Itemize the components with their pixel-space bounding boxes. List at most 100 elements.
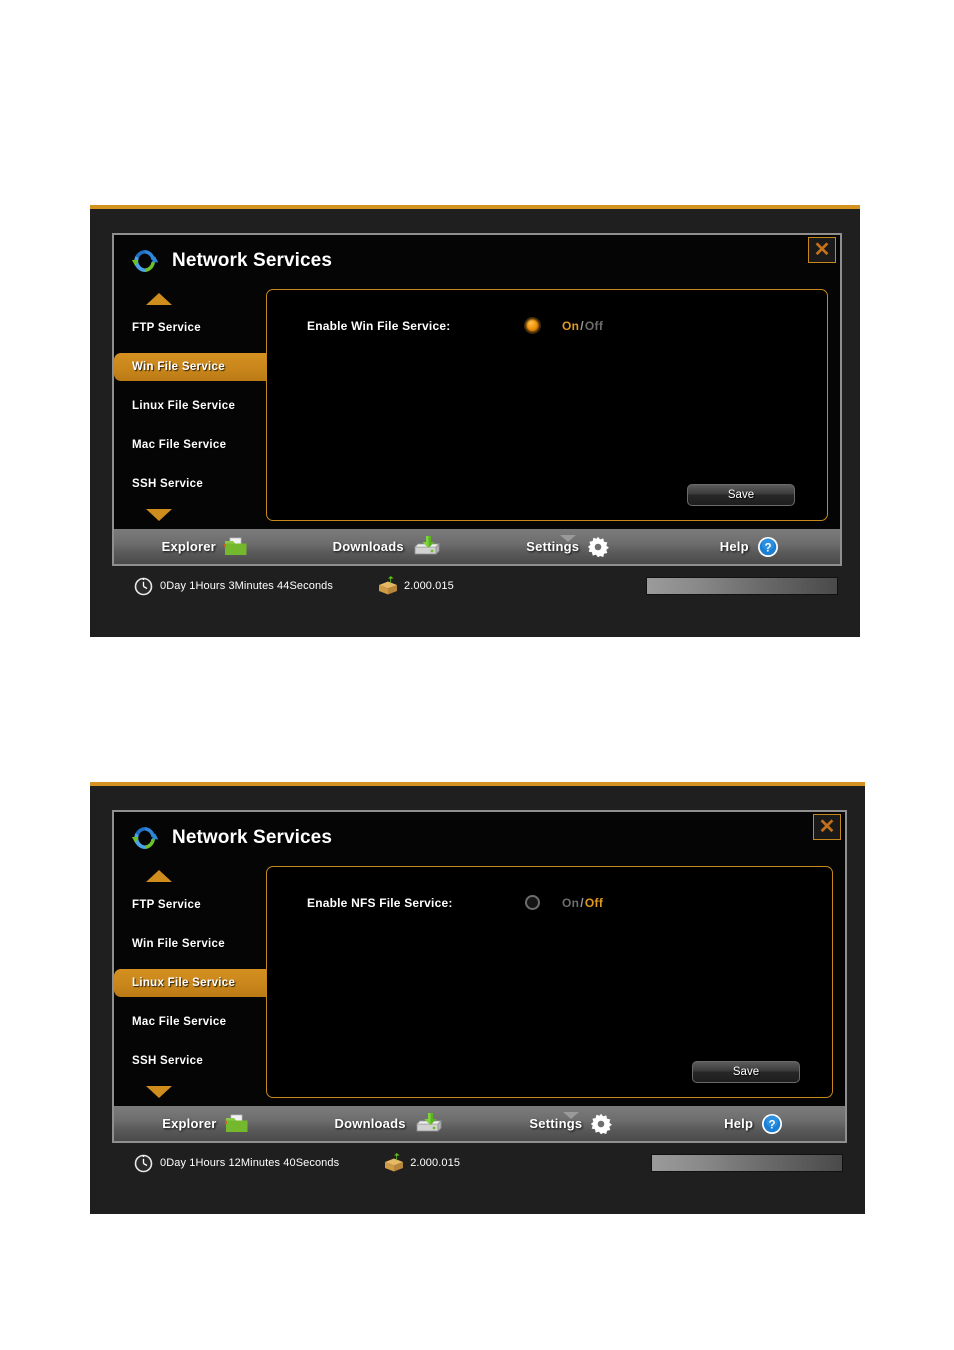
version-text: 2.000.015 (410, 1157, 461, 1169)
sidebar-item-mac-file-service[interactable]: Mac File Service (114, 431, 266, 459)
page-title: Network Services (172, 250, 333, 271)
nav-item-label: Explorer (162, 1116, 217, 1131)
nav-active-notch-icon (559, 534, 576, 542)
sidebar-item-label: Mac File Service (132, 1016, 227, 1028)
nav-item-explorer[interactable]: Explorer (114, 1114, 297, 1134)
svg-text:?: ? (764, 542, 771, 554)
version-group: 2.000.015 (383, 1153, 460, 1173)
sidebar-item-win-file-service[interactable]: Win File Service (114, 930, 266, 958)
service-sidebar: FTP Service Win File Service Linux File Se… (114, 864, 266, 1108)
sidebar-item-ssh-service[interactable]: SSH Service (114, 470, 266, 498)
toggle-separator: / (580, 895, 584, 910)
nav-item-downloads[interactable]: Downloads (296, 535, 478, 558)
svg-text:?: ? (769, 1119, 776, 1131)
enable-service-toggle[interactable] (525, 318, 540, 333)
sidebar-item-ftp-service[interactable]: FTP Service (114, 891, 266, 919)
status-bar: 0Day 1Hours 3Minutes 44Seconds 2.000.015 (112, 566, 842, 606)
status-bar: 0Day 1Hours 12Minutes 40Seconds 2.000.01… (112, 1143, 847, 1183)
network-services-window-2: Network Services ✕ FTP Service Win File S… (90, 782, 865, 1214)
question-circle-icon: ? (761, 1113, 783, 1135)
toggle-on-text: On (562, 318, 580, 333)
clock-icon (134, 577, 153, 596)
close-button[interactable]: ✕ (813, 814, 841, 840)
nav-item-help[interactable]: Help ? (659, 536, 841, 558)
screenshot-page: Network Services ✕ FTP Service Win File S… (0, 0, 954, 1350)
sidebar-item-label: FTP Service (132, 899, 201, 911)
app-body: FTP Service Win File Service Linux File Se… (114, 287, 840, 531)
enable-service-row: Enable NFS File Service: On/Off (267, 867, 832, 910)
nav-item-downloads[interactable]: Downloads (297, 1112, 480, 1135)
toggle-state-label: On/Off (562, 896, 603, 910)
network-services-logo-icon (130, 246, 160, 276)
nav-item-explorer[interactable]: Explorer (114, 537, 296, 557)
nav-item-label: Downloads (334, 1116, 406, 1131)
title-bar: Network Services ✕ (114, 235, 840, 287)
clock-icon (134, 1154, 153, 1173)
sidebar-scroll-up-icon[interactable] (146, 293, 172, 305)
toggle-off-text: Off (584, 318, 604, 333)
network-services-window-1: Network Services ✕ FTP Service Win File S… (90, 205, 860, 637)
close-button[interactable]: ✕ (808, 237, 836, 263)
save-button[interactable]: Save (692, 1061, 800, 1083)
version-text: 2.000.015 (403, 580, 454, 592)
uptime-text: 0Day 1Hours 3Minutes 44Seconds (160, 580, 333, 592)
nav-item-settings[interactable]: Settings (477, 534, 659, 558)
sidebar-scroll-down-icon[interactable] (146, 509, 172, 521)
sidebar-item-list: FTP Service Win File Service Linux File Se… (114, 314, 266, 498)
enable-service-label: Enable Win File Service: (307, 318, 451, 333)
uptime-group: 0Day 1Hours 3Minutes 44Seconds (134, 577, 333, 596)
nav-item-label: Explorer (161, 539, 216, 554)
service-content-panel: Enable Win File Service: On/Off Save (266, 289, 828, 521)
gear-icon (590, 1113, 613, 1135)
storage-progress-bar (646, 577, 838, 595)
enable-service-row: Enable Win File Service: On/Off (267, 290, 827, 333)
nav-item-label: Help (719, 539, 749, 554)
package-icon (383, 1153, 405, 1173)
sidebar-item-linux-file-service[interactable]: Linux File Service (114, 969, 266, 997)
sidebar-item-label: SSH Service (132, 1055, 204, 1067)
sidebar-item-linux-file-service[interactable]: Linux File Service (114, 392, 266, 420)
disk-download-icon (412, 535, 440, 558)
sidebar-item-label: SSH Service (132, 478, 204, 490)
app-panel: Network Services ✕ FTP Service Win File S… (112, 810, 847, 1106)
sidebar-item-win-file-service[interactable]: Win File Service (114, 353, 266, 381)
sidebar-item-ftp-service[interactable]: FTP Service (114, 314, 266, 342)
app-body: FTP Service Win File Service Linux File Se… (114, 864, 845, 1108)
sidebar-item-mac-file-service[interactable]: Mac File Service (114, 1008, 266, 1036)
nav-active-notch-icon (562, 1111, 579, 1119)
sidebar-item-label: Linux File Service (132, 977, 236, 989)
network-services-logo-icon (130, 823, 160, 853)
folder-icon (224, 1114, 249, 1134)
bottom-navigation-bar: Explorer Downloads Settings Help ? (112, 1106, 847, 1143)
disk-download-icon (414, 1112, 442, 1135)
close-icon: ✕ (813, 239, 831, 261)
package-icon (377, 576, 399, 596)
sidebar-item-list: FTP Service Win File Service Linux File Se… (114, 891, 266, 1075)
sidebar-item-label: Win File Service (132, 361, 225, 373)
uptime-text: 0Day 1Hours 12Minutes 40Seconds (160, 1157, 340, 1169)
enable-service-toggle[interactable] (525, 895, 540, 910)
close-icon: ✕ (818, 816, 836, 838)
sidebar-item-label: Mac File Service (132, 439, 227, 451)
toggle-off-text: Off (584, 895, 604, 910)
sidebar-scroll-down-icon[interactable] (146, 1086, 172, 1098)
sidebar-item-label: Linux File Service (132, 400, 236, 412)
save-button[interactable]: Save (687, 484, 795, 506)
toggle-on-text: On (562, 895, 580, 910)
toggle-separator: / (580, 318, 584, 333)
enable-service-label: Enable NFS File Service: (307, 895, 453, 910)
storage-progress-bar (651, 1154, 843, 1172)
app-panel: Network Services ✕ FTP Service Win File S… (112, 233, 842, 529)
page-title: Network Services (172, 827, 333, 848)
sidebar-item-label: Win File Service (132, 938, 225, 950)
question-circle-icon: ? (757, 536, 779, 558)
version-group: 2.000.015 (377, 576, 454, 596)
gear-icon (587, 536, 610, 558)
nav-item-settings[interactable]: Settings (480, 1111, 663, 1135)
sidebar-scroll-up-icon[interactable] (146, 870, 172, 882)
sidebar-item-label: FTP Service (132, 322, 201, 334)
sidebar-item-ssh-service[interactable]: SSH Service (114, 1047, 266, 1075)
nav-item-help[interactable]: Help ? (662, 1113, 845, 1135)
folder-icon (223, 537, 248, 557)
toggle-state-label: On/Off (562, 319, 603, 333)
